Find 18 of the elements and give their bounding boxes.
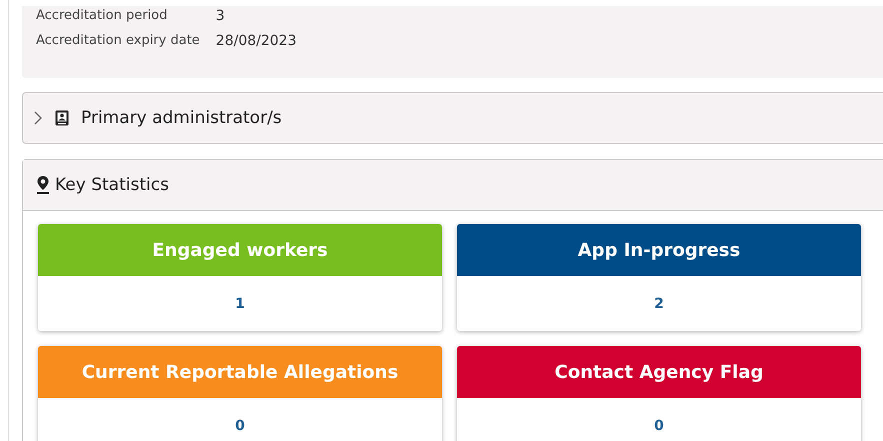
contact-card-icon [55,110,69,126]
map-pin-icon [37,176,49,194]
accordion-header[interactable]: Primary administrator/s [22,92,883,144]
card-header: Engaged workers [38,224,442,276]
card-header: Current Reportable Allegations [38,346,442,398]
card-header: App In-progress [457,224,861,276]
statistic-value: 0 [234,416,246,436]
statistic-value: 0 [653,416,665,436]
field-value: 3 [216,8,226,24]
chevron-icon [33,111,43,125]
field-label: Accreditation expiry date [36,33,200,49]
section-title: Primary administrator/s [81,108,282,128]
card-header: Contact Agency Flag [457,346,861,398]
section-title: Key Statistics [55,175,169,195]
field-label: Accreditation period [36,8,168,24]
statistic-value: 1 [234,294,246,314]
field-value: 28/08/2023 [216,33,296,49]
statistic-value: 2 [653,294,665,314]
